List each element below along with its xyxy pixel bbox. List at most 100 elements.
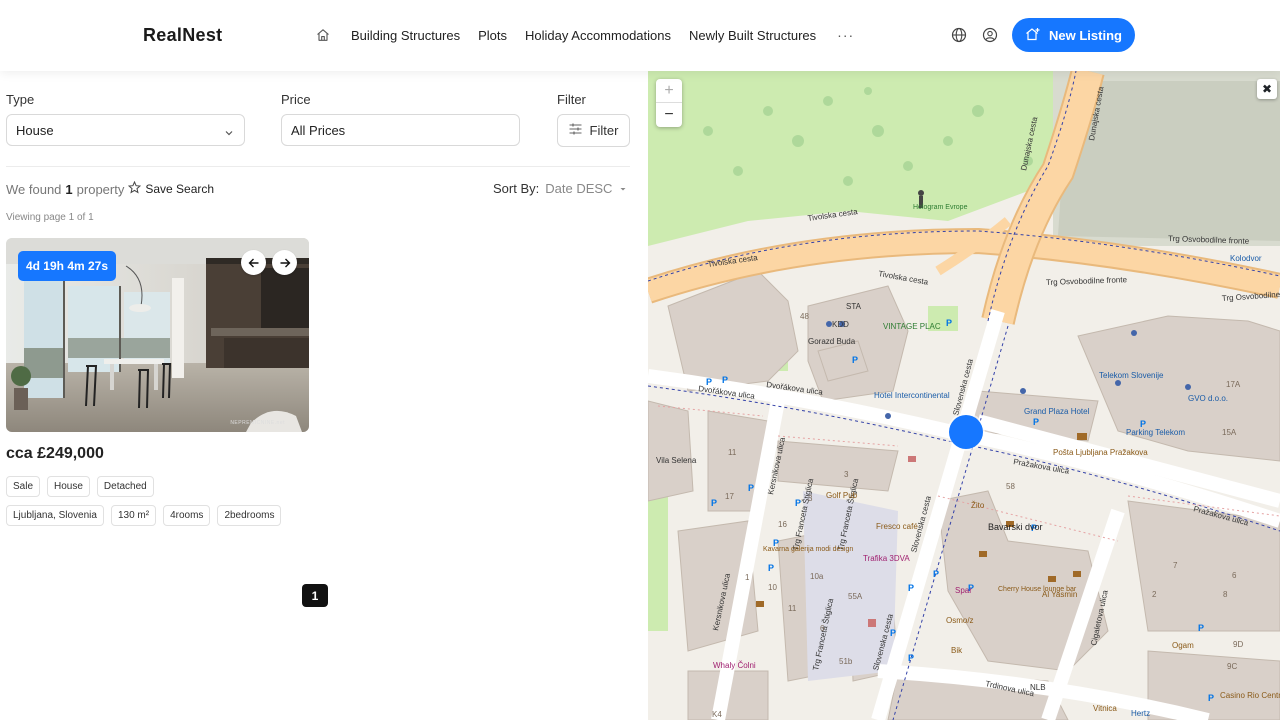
sliders-icon	[569, 123, 582, 138]
map-label: KDD	[832, 320, 849, 329]
svg-text:P: P	[908, 583, 914, 593]
sort-by-control[interactable]: Sort By: Date DESC	[493, 181, 628, 196]
sort-label: Sort By:	[493, 181, 540, 196]
map-label: Pošta Ljubljana Pražakova	[1053, 448, 1148, 457]
tag-rooms: 4rooms	[163, 505, 211, 526]
page-info: Viewing page 1 of 1	[6, 212, 94, 223]
map-label: 16	[778, 520, 787, 529]
previous-photo-button[interactable]	[241, 250, 266, 275]
map-label: Hertz	[1131, 709, 1150, 718]
map-label: 1	[745, 573, 750, 582]
tag-house: House	[47, 476, 90, 497]
map-label: Trg Osvobodilne fronte	[1046, 275, 1128, 287]
nav-item-plots[interactable]: Plots	[478, 28, 507, 43]
chevron-down-icon	[224, 126, 234, 136]
map-label: 9D	[1233, 640, 1243, 649]
type-select[interactable]: House	[6, 114, 245, 146]
site-logo[interactable]: RealNest	[143, 25, 222, 46]
svg-text:P: P	[852, 355, 858, 365]
add-home-icon	[1025, 27, 1041, 44]
main-nav: Building Structures Plots Holiday Accomm…	[316, 24, 854, 46]
map-label: 9C	[1227, 662, 1237, 671]
listing-photo[interactable]: 4d 19h 4m 27s NEPREMICNINE.net	[6, 238, 309, 432]
map-label: 51b	[839, 657, 853, 666]
tag-detached: Detached	[96, 476, 154, 497]
new-listing-button[interactable]: New Listing	[1012, 18, 1135, 52]
map-label: Žito	[971, 501, 985, 510]
svg-text:P: P	[768, 563, 774, 573]
close-map-button[interactable]: ✖	[1257, 79, 1277, 99]
arrow-right-icon	[280, 258, 290, 267]
map-label: GVO d.o.o.	[1188, 394, 1228, 403]
zoom-in-button[interactable]: +	[656, 79, 682, 103]
map-label: Osmo/z	[946, 616, 974, 625]
map-label: 2	[1152, 590, 1157, 599]
map-label: 8	[1223, 590, 1228, 599]
home-icon[interactable]	[316, 28, 330, 42]
nav-item-holiday-accommodations[interactable]: Holiday Accommodations	[525, 28, 671, 43]
map-label: 48	[800, 312, 809, 321]
listing-price: cca £249,000	[6, 445, 104, 462]
tag-area: 130 m²	[110, 505, 157, 526]
street-map[interactable]: PPP P P PPP PPPP PPPP PPP Tivolska cesta T…	[648, 71, 1280, 720]
map-label: Kolodvor	[1230, 254, 1262, 263]
map-label: Casino Rio Central	[1220, 691, 1280, 700]
listing-tags-row-1: Sale House Detached	[6, 476, 154, 497]
map-label: Telekom Slovenije	[1099, 371, 1164, 380]
zoom-out-button[interactable]: −	[656, 103, 682, 127]
photo-watermark: NEPREMICNINE.net	[230, 420, 285, 426]
svg-text:P: P	[908, 653, 914, 663]
map-label: Gorazd Buda	[808, 337, 856, 346]
svg-text:P: P	[722, 375, 728, 385]
tag-sale: Sale	[6, 476, 41, 497]
map-label: 11	[788, 604, 797, 613]
map-label: Fresco café	[876, 522, 918, 531]
map-label: 3	[844, 470, 849, 479]
filter-button[interactable]: Filter	[557, 114, 630, 147]
save-search-label: Save Search	[145, 182, 215, 196]
nav-item-newly-built-structures[interactable]: Newly Built Structures	[689, 28, 816, 43]
user-account-icon[interactable]	[982, 27, 998, 43]
map-label: Spar	[955, 586, 972, 595]
price-select-value: All Prices	[291, 122, 346, 138]
pagination-page-1[interactable]: 1	[302, 584, 328, 607]
next-photo-button[interactable]	[272, 250, 297, 275]
map-label: 10	[768, 583, 777, 592]
map-panel[interactable]: PPPP PPPP PPPP PPPP PPP Tivolska cesta T…	[648, 71, 1280, 720]
countdown-badge: 4d 19h 4m 27s	[18, 251, 116, 281]
price-label: Price	[281, 92, 311, 107]
globe-icon[interactable]	[951, 27, 967, 43]
map-label: VINTAGE PLAC	[883, 322, 941, 331]
sort-value: Date DESC	[545, 181, 613, 196]
caret-down-icon	[618, 181, 628, 196]
map-label: 17	[725, 492, 734, 501]
map-label: Vila Selena	[656, 456, 697, 465]
save-search-button[interactable]: Save Search	[128, 180, 215, 197]
map-label: 11	[728, 448, 737, 457]
results-number: 1	[65, 181, 73, 197]
filter-button-label: Filter	[589, 123, 619, 138]
map-label: Trafika 3DVA	[863, 554, 910, 563]
new-listing-label: New Listing	[1049, 27, 1122, 43]
map-label: Hologram Evrope	[913, 204, 968, 211]
more-nav-button[interactable]: ···	[837, 27, 854, 43]
map-label: 17A	[1226, 380, 1241, 389]
star-icon	[128, 180, 142, 197]
svg-text:P: P	[711, 498, 717, 508]
arrow-left-icon	[248, 258, 258, 267]
map-label: Grand Plaza Hotel	[1024, 407, 1090, 416]
map-label: Bavarski dvor	[988, 522, 1043, 532]
tag-bedrooms: 2bedrooms	[217, 505, 282, 526]
listing-tags-row-2: Ljubljana, Slovenia 130 m² 4rooms 2bedro…	[6, 505, 282, 526]
price-select[interactable]: All Prices	[281, 114, 520, 146]
map-label: 55A	[848, 592, 863, 601]
listing-panel: Type House Price All Prices Filter Filte…	[0, 71, 648, 720]
nav-item-building-structures[interactable]: Building Structures	[351, 28, 460, 43]
map-label: Kavarna galerija modi design	[763, 546, 853, 553]
map-zoom-control: + −	[656, 79, 682, 127]
divider	[6, 166, 630, 167]
results-suffix: property	[76, 181, 125, 197]
map-label: 58	[1006, 482, 1015, 491]
top-navigation-bar: RealNest Building Structures Plots Holid…	[0, 0, 1280, 71]
map-label: STA	[846, 302, 862, 311]
